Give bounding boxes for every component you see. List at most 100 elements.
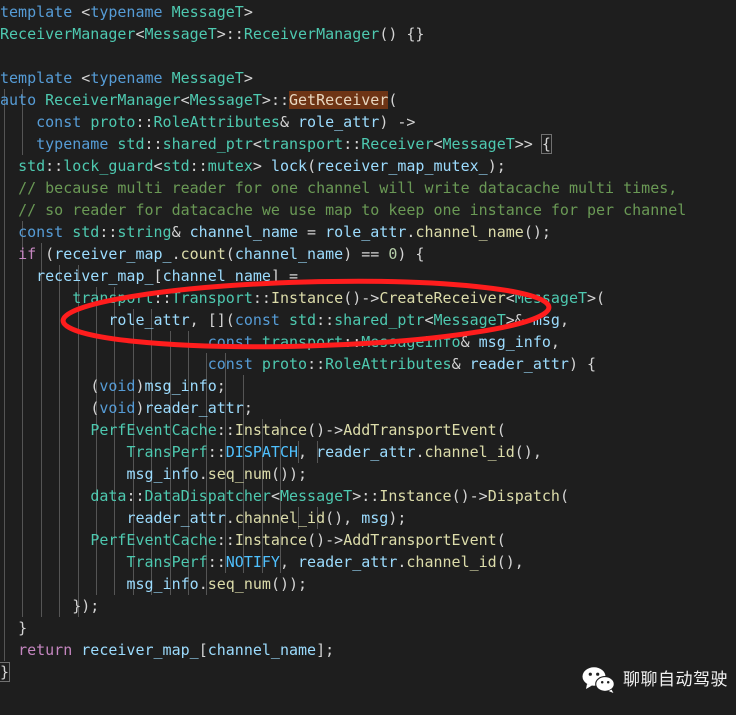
code-token: < [81,69,91,87]
code-token: proto [261,355,308,373]
code-token: MessageT [189,91,262,109]
code-token: if [18,245,37,263]
code-token: role_attr [298,113,380,131]
code-line[interactable]: TransPerf::DISPATCH, reader_attr.channel… [0,441,736,463]
code-token: () {} [379,25,425,43]
code-token: MessageT [514,289,588,307]
code-token: (), [514,443,542,461]
code-token: channel_name [234,245,344,263]
code-token: Receiver [361,135,434,153]
code-token: return [18,641,73,659]
code-token: reader_attr [316,443,416,461]
code-line[interactable]: PerfEventCache::Instance()->AddTransport… [0,419,736,441]
code-token: Instance [379,487,452,505]
code-token: :: [316,311,335,329]
code-line[interactable]: template <typename MessageT> [0,67,736,89]
code-token: channel_id [234,509,326,527]
code-token: DataDispatcher [144,487,271,505]
code-token: ( [225,245,235,263]
code-token: < [424,311,434,329]
wechat-account-name: 聊聊自动驾驶 [623,670,728,690]
code-line[interactable]: const transport::MessageInfo& msg_info, [0,331,736,353]
code-line[interactable]: reader_attr.channel_id(), msg); [0,507,736,529]
code-token: :: [153,289,172,307]
code-content[interactable]: template <typename MessageT> ReceiverMana… [0,1,736,683]
code-editor-viewport[interactable]: template <typename MessageT> ReceiverMana… [0,0,736,715]
code-token: std [117,135,145,153]
code-token: PerfEventCache [90,421,217,439]
code-token: } [18,619,28,637]
code-token: :: [216,421,235,439]
code-token: proto [90,113,136,131]
code-token: receiver_map_ [81,641,199,659]
code-token: shared_ptr [334,311,425,329]
code-token: :: [144,135,163,153]
code-token: < [81,3,91,21]
code-line[interactable]: const std::string& channel_name = role_a… [0,221,736,243]
code-token: MessageT [171,69,244,87]
code-line[interactable]: // because multi reader for one channel … [0,177,736,199]
code-token: ( [496,421,506,439]
code-token: ]; [316,641,335,659]
code-token: . [225,509,235,527]
code-token: Dispatch [487,487,560,505]
code-line[interactable]: // so reader for datacache we use map to… [0,199,736,221]
code-line[interactable]: receiver_map_[channel_name] = [0,265,736,287]
code-token: typename [90,69,172,87]
code-token: MessageT [279,487,353,505]
code-line[interactable]: return receiver_map_[channel_name]; [0,639,736,661]
code-line[interactable]: if (receiver_map_.count(channel_name) ==… [0,243,736,265]
code-token: const [234,311,289,329]
code-line[interactable]: std::lock_guard<std::mutex> lock(receive… [0,155,736,177]
code-token: & [279,113,299,131]
code-line[interactable] [0,45,736,67]
code-token: ); [388,509,407,527]
code-line[interactable]: const proto::RoleAttributes& role_attr) … [0,111,736,133]
code-line[interactable]: TransPerf::NOTIFY, reader_attr.channel_i… [0,551,736,573]
code-token: < [135,25,145,43]
code-token: // because multi reader for one channel … [18,179,678,197]
code-line[interactable]: (void)msg_info; [0,375,736,397]
code-token: < [433,135,443,153]
code-token: & [171,223,190,241]
code-token: :: [216,531,235,549]
code-token: >:: [352,487,380,505]
code-token: channel_id [406,553,497,571]
code-line[interactable]: PerfEventCache::Instance()->AddTransport… [0,529,736,551]
code-token: >& [505,311,533,329]
code-line[interactable]: typename std::shared_ptr<transport::Rece… [0,133,736,155]
code-line[interactable]: data::DataDispatcher<MessageT>::Instance… [0,485,736,507]
code-line[interactable]: ReceiverManager<MessageT>::ReceiverManag… [0,23,736,45]
code-token: count [180,245,226,263]
code-line[interactable]: (void)reader_attr; [0,397,736,419]
code-line[interactable]: }); [0,595,736,617]
code-token: :: [270,91,289,109]
code-token: ( [559,487,569,505]
code-token: Instance [270,289,344,307]
code-token: ( [90,377,100,395]
code-line[interactable]: transport::Transport::Instance()->Create… [0,287,736,309]
code-line[interactable]: const proto::RoleAttributes& reader_attr… [0,353,736,375]
code-line[interactable]: auto ReceiverManager<MessageT>::GetRecei… [0,89,736,111]
code-line[interactable]: } [0,617,736,639]
code-line[interactable]: msg_info.seq_num()); [0,573,736,595]
code-token: :: [126,487,145,505]
code-line[interactable]: role_attr, [](const std::shared_ptr<Mess… [0,309,736,331]
code-token: reader_attr [126,509,226,527]
code-line[interactable]: msg_info.seq_num()); [0,463,736,485]
code-token: msg_info [478,333,551,351]
code-token: :: [99,223,118,241]
code-token: template [0,3,82,21]
code-token: Instance [234,421,308,439]
code-token: TransPerf [126,553,208,571]
code-line[interactable]: template <typename MessageT> [0,1,736,23]
